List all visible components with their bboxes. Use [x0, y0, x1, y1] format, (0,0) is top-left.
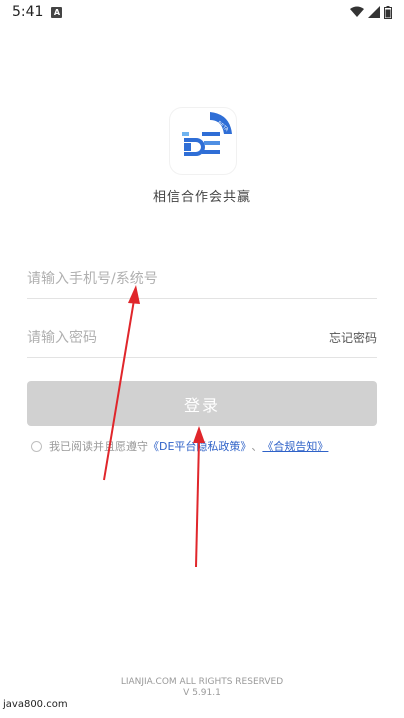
- password-field: 忘记密码: [27, 318, 377, 358]
- phone-field: [27, 259, 377, 299]
- battery-icon: [384, 5, 392, 19]
- signal-icon: [368, 6, 380, 18]
- wifi-icon: [350, 6, 364, 17]
- version-text: V 5.91.1: [183, 688, 221, 698]
- privacy-policy-link[interactable]: 《DE平台隐私政策》: [148, 438, 251, 454]
- phone-input[interactable]: [27, 259, 377, 298]
- status-icons: [350, 5, 392, 19]
- app-logo: BETA: [170, 108, 236, 174]
- de-logo-icon: BETA: [182, 112, 232, 156]
- agreement-row: 我已阅读并且愿遵守 《DE平台隐私政策》 、 《合规告知》: [31, 438, 328, 454]
- slogan: 相信合作会共赢: [152, 190, 251, 205]
- password-input[interactable]: [27, 318, 317, 357]
- status-time: 5:41: [12, 4, 44, 20]
- forgot-password-link[interactable]: 忘记密码: [329, 329, 377, 346]
- agreement-checkbox[interactable]: [31, 440, 42, 452]
- agreement-separator: 、: [251, 440, 263, 453]
- status-left: 5:41 A: [12, 4, 63, 20]
- agreement-prefix: 我已阅读并且愿遵守: [49, 440, 148, 453]
- copyright-text: LIANJIA.COM ALL RIGHTS RESERVED: [120, 677, 284, 687]
- watermark: java800.com: [3, 699, 68, 710]
- compliance-link[interactable]: 《合规告知》: [262, 438, 328, 454]
- login-button[interactable]: 登录: [27, 381, 377, 426]
- status-bar: 5:41 A: [0, 0, 404, 24]
- sim-card-icon: A: [51, 6, 63, 18]
- footer: LIANJIA.COM ALL RIGHTS RESERVED V 5.91.1: [0, 677, 404, 699]
